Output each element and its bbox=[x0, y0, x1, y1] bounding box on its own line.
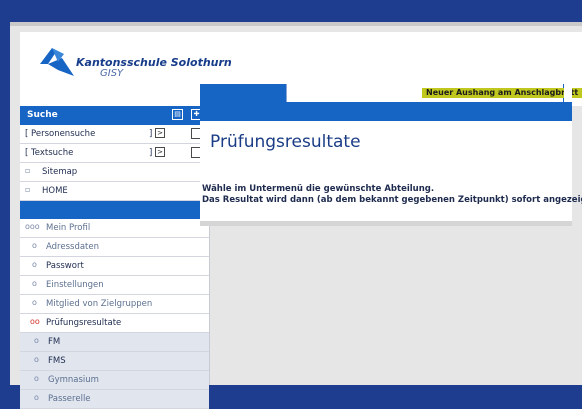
bullet-icon: ▫ bbox=[25, 166, 31, 175]
sitemap-label: Sitemap bbox=[42, 167, 78, 177]
sidebar-subitem-passerelle[interactable]: o Passerelle bbox=[20, 390, 209, 409]
info-line-1: Wähle im Untermenü die gewünschte Abteil… bbox=[202, 184, 435, 194]
fm-label: FM bbox=[48, 337, 61, 347]
notice-tab[interactable]: Neuer Aushang am Anschlagbrett bbox=[286, 84, 582, 102]
bullet-icon: ▫ bbox=[25, 185, 31, 194]
bracket-close: ] bbox=[149, 148, 153, 158]
bullet-icon: o bbox=[34, 336, 39, 345]
info-line-2: Das Resultat wird dann (ab dem bekannt g… bbox=[202, 195, 582, 205]
bullet-icon: o bbox=[32, 241, 37, 250]
sidebar-item-adressdaten[interactable]: o Adressdaten bbox=[20, 238, 209, 257]
content-divider bbox=[200, 221, 572, 226]
person-search-row[interactable]: [ Personensuche ] > bbox=[20, 125, 209, 144]
text-search-label: [ Textsuche bbox=[25, 148, 74, 158]
app-subtitle: GISY bbox=[100, 68, 124, 79]
search-header: Suche ▤ ✚ bbox=[20, 106, 209, 125]
zielgruppen-label: Mitglied von Zielgruppen bbox=[46, 299, 153, 309]
sidebar-spacer bbox=[20, 201, 209, 219]
mein-profil-label: Mein Profil bbox=[46, 223, 91, 233]
sidebar-subitem-fm[interactable]: o FM bbox=[20, 333, 209, 352]
sidebar: Suche ▤ ✚ [ Personensuche ] > [ Textsuch… bbox=[20, 106, 210, 409]
notice-badge[interactable]: Neuer Aushang am Anschlagbrett bbox=[422, 88, 582, 98]
bullet-icon: ooo bbox=[25, 222, 40, 231]
passwort-label: Passwort bbox=[46, 261, 84, 271]
sidebar-subitem-fms[interactable]: o FMS bbox=[20, 352, 209, 371]
info-panel: Wähle im Untermenü die gewünschte Abteil… bbox=[200, 180, 582, 220]
passerelle-label: Passerelle bbox=[48, 394, 91, 404]
sidebar-item-home[interactable]: ▫ HOME bbox=[20, 182, 209, 201]
pruefungsresultate-label: Prüfungsresultate bbox=[46, 318, 122, 328]
sidebar-item-passwort[interactable]: o Passwort bbox=[20, 257, 209, 276]
main-content: Neuer Aushang am Anschlagbrett Prüfungsr… bbox=[200, 84, 582, 221]
sidebar-subitem-gymnasium[interactable]: o Gymnasium bbox=[20, 371, 209, 390]
sidebar-item-mein-profil[interactable]: ooo Mein Profil bbox=[20, 219, 209, 238]
tab-bar: Neuer Aushang am Anschlagbrett bbox=[200, 84, 582, 121]
fms-label: FMS bbox=[48, 356, 66, 366]
text-search-row[interactable]: [ Textsuche ] > bbox=[20, 144, 209, 163]
search-title: Suche bbox=[27, 110, 58, 120]
person-search-label: [ Personensuche bbox=[25, 129, 96, 139]
school-logo-icon[interactable] bbox=[38, 44, 76, 78]
bullet-icon: o bbox=[34, 393, 39, 402]
sidebar-item-zielgruppen[interactable]: o Mitglied von Zielgruppen bbox=[20, 295, 209, 314]
adressdaten-label: Adressdaten bbox=[46, 242, 100, 252]
bracket-close: ] bbox=[149, 129, 153, 139]
einstellungen-label: Einstellungen bbox=[46, 280, 104, 290]
page-title: Prüfungsresultate bbox=[210, 132, 361, 152]
text-search-button[interactable]: > bbox=[155, 147, 165, 157]
top-divider bbox=[10, 22, 582, 26]
bullet-icon: o bbox=[32, 260, 37, 269]
next-tab[interactable] bbox=[564, 84, 572, 102]
bullet-icon: o bbox=[32, 279, 37, 288]
bullet-icon: o bbox=[32, 298, 37, 307]
active-bullet-icon: oo bbox=[30, 317, 40, 326]
sidebar-item-einstellungen[interactable]: o Einstellungen bbox=[20, 276, 209, 295]
document-icon[interactable]: ▤ bbox=[172, 109, 183, 120]
gymnasium-label: Gymnasium bbox=[48, 375, 99, 385]
home-label: HOME bbox=[42, 186, 68, 196]
bullet-icon: o bbox=[34, 355, 39, 364]
bullet-icon: o bbox=[34, 374, 39, 383]
sidebar-item-sitemap[interactable]: ▫ Sitemap bbox=[20, 163, 209, 182]
sidebar-item-pruefungsresultate[interactable]: oo Prüfungsresultate bbox=[20, 314, 209, 333]
person-search-button[interactable]: > bbox=[155, 128, 165, 138]
